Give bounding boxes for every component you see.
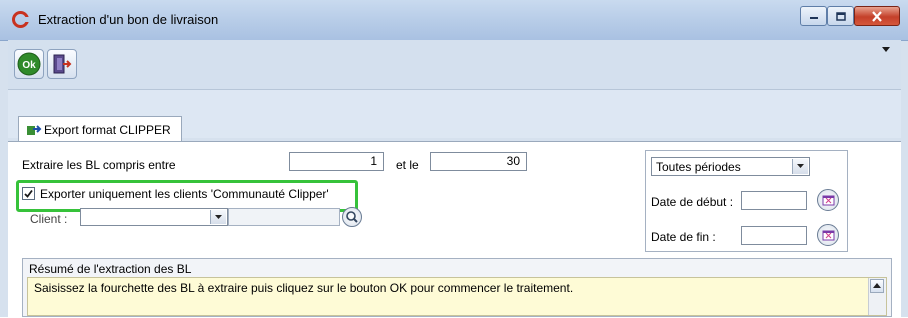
export-icon (27, 125, 42, 135)
calendar-icon (822, 195, 835, 206)
date-debut-label: Date de début : (651, 195, 734, 209)
minimize-button[interactable] (800, 6, 827, 26)
exit-button[interactable] (47, 49, 77, 79)
export-clipper-checkbox[interactable] (22, 187, 35, 200)
close-icon (855, 7, 899, 25)
client-dropdown-arrow[interactable] (210, 210, 226, 224)
calendar-icon (822, 230, 835, 241)
range-from-input[interactable]: 1 (289, 152, 384, 171)
summary-scrollbar[interactable] (868, 278, 886, 315)
tab-label: Export format CLIPPER (44, 123, 171, 137)
svg-text:Ok: Ok (22, 60, 36, 71)
dialog-window: Extraction d'un bon de livraison Ok Expo… (0, 0, 908, 318)
range-label: Extraire les BL compris entre (22, 158, 176, 172)
date-fin-label: Date de fin : (651, 230, 716, 244)
menu-arrow-icon[interactable] (881, 46, 891, 54)
minimize-icon (801, 7, 826, 25)
period-select-value: Toutes périodes (656, 160, 741, 174)
tab-export-clipper[interactable]: Export format CLIPPER (18, 116, 182, 142)
toolbar: Ok (8, 40, 901, 90)
summary-group: Résumé de l'extraction des BL Saisissez … (22, 258, 892, 317)
scroll-up-button[interactable] (870, 279, 884, 293)
period-select[interactable]: Toutes périodes (651, 157, 810, 176)
title-bar: Extraction d'un bon de livraison (0, 0, 908, 41)
maximize-icon (828, 7, 853, 25)
checkmark-icon (24, 189, 33, 198)
range-to-input[interactable]: 30 (430, 152, 527, 171)
date-fin-calendar-button[interactable] (817, 224, 839, 246)
summary-title: Résumé de l'extraction des BL (29, 262, 192, 276)
client-label: Client : (30, 212, 68, 226)
chevron-down-icon (797, 164, 804, 168)
ok-button[interactable]: Ok (14, 49, 44, 79)
window-title: Extraction d'un bon de livraison (38, 12, 219, 27)
exit-door-icon (53, 54, 72, 74)
date-fin-input[interactable] (741, 226, 807, 245)
close-button[interactable] (854, 6, 900, 26)
client-select[interactable] (80, 208, 228, 226)
summary-memo[interactable]: Saisissez la fourchette des BL à extrair… (27, 277, 887, 316)
chevron-down-icon (215, 215, 222, 219)
date-debut-calendar-button[interactable] (817, 189, 839, 211)
export-clipper-label: Exporter uniquement les clients 'Communa… (40, 187, 329, 201)
range-and-label: et le (396, 158, 419, 172)
period-dropdown-arrow[interactable] (792, 159, 808, 174)
date-debut-input[interactable] (741, 191, 807, 210)
client-name-display (228, 208, 340, 226)
chevron-up-icon (873, 283, 881, 288)
summary-text: Saisissez la fourchette des BL à extrair… (34, 281, 574, 295)
client-search-button[interactable] (342, 207, 362, 227)
maximize-button[interactable] (827, 6, 854, 26)
ok-icon: Ok (17, 52, 41, 76)
search-icon (346, 211, 358, 223)
app-logo-icon (12, 11, 29, 28)
